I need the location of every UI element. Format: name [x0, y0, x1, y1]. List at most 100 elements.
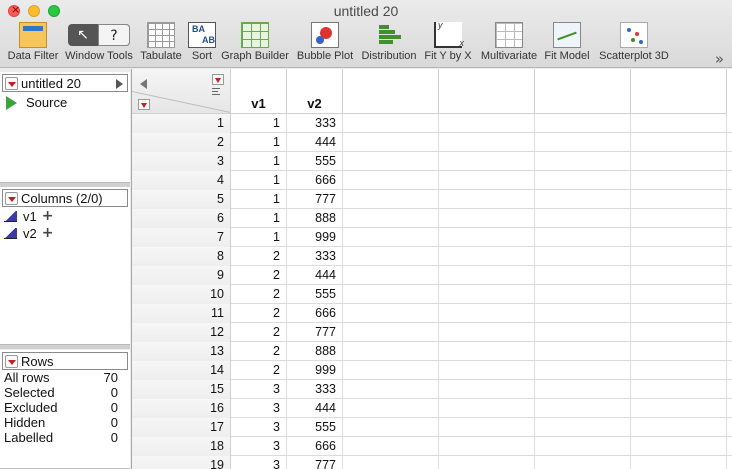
data-cell[interactable]: 666: [287, 304, 343, 323]
empty-cell[interactable]: [439, 399, 535, 418]
data-cell[interactable]: 1: [231, 228, 287, 247]
data-cell[interactable]: 1: [231, 209, 287, 228]
empty-cell[interactable]: [535, 190, 631, 209]
empty-cell[interactable]: [631, 266, 727, 285]
empty-cell[interactable]: [343, 304, 439, 323]
empty-cell[interactable]: [535, 380, 631, 399]
row-number[interactable]: 14: [132, 361, 231, 380]
multivariate-button[interactable]: Multivariate: [478, 22, 540, 62]
data-cell[interactable]: 555: [287, 285, 343, 304]
empty-cell[interactable]: [439, 228, 535, 247]
table-row[interactable]: 2 1 444: [132, 133, 732, 152]
empty-cell[interactable]: [343, 190, 439, 209]
data-filter-button[interactable]: Data Filter: [6, 22, 60, 62]
table-row[interactable]: 18 3 666: [132, 437, 732, 456]
empty-cell[interactable]: [439, 209, 535, 228]
row-number[interactable]: 7: [132, 228, 231, 247]
empty-cell[interactable]: [631, 247, 727, 266]
empty-cell[interactable]: [439, 152, 535, 171]
empty-cell[interactable]: [631, 399, 727, 418]
table-row[interactable]: 11 2 666: [132, 304, 732, 323]
table-row[interactable]: 5 1 777: [132, 190, 732, 209]
data-cell[interactable]: 2: [231, 304, 287, 323]
empty-cell[interactable]: [439, 285, 535, 304]
table-row[interactable]: 12 2 777: [132, 323, 732, 342]
empty-cell[interactable]: [535, 304, 631, 323]
data-cell[interactable]: 3: [231, 399, 287, 418]
row-number[interactable]: 3: [132, 152, 231, 171]
bubble-plot-button[interactable]: Bubble Plot: [295, 22, 355, 62]
empty-cell[interactable]: [631, 456, 727, 469]
table-row[interactable]: 15 3 333: [132, 380, 732, 399]
empty-cell[interactable]: [631, 171, 727, 190]
data-cell[interactable]: 333: [287, 380, 343, 399]
data-cell[interactable]: 1: [231, 190, 287, 209]
data-cell[interactable]: 1: [231, 171, 287, 190]
empty-cell[interactable]: [535, 285, 631, 304]
empty-cell[interactable]: [631, 323, 727, 342]
empty-cell[interactable]: [343, 114, 439, 133]
data-cell[interactable]: 2: [231, 285, 287, 304]
empty-cell[interactable]: [631, 304, 727, 323]
scroll-left-icon[interactable]: [140, 79, 147, 89]
table-row[interactable]: 8 2 333: [132, 247, 732, 266]
data-cell[interactable]: 3: [231, 437, 287, 456]
table-row[interactable]: 3 1 555: [132, 152, 732, 171]
table-row[interactable]: 19 3 777: [132, 456, 732, 469]
data-cell[interactable]: 666: [287, 437, 343, 456]
row-number[interactable]: 11: [132, 304, 231, 323]
data-cell[interactable]: 888: [287, 209, 343, 228]
empty-cell[interactable]: [343, 152, 439, 171]
panel-splitter[interactable]: [0, 345, 130, 349]
data-cell[interactable]: 777: [287, 190, 343, 209]
table-row[interactable]: 1 1 333: [132, 114, 732, 133]
empty-cell[interactable]: [535, 418, 631, 437]
empty-cell[interactable]: [343, 247, 439, 266]
add-column-property-icon[interactable]: +: [42, 225, 54, 241]
row-stat[interactable]: All rows 70: [0, 370, 130, 385]
empty-cell[interactable]: [439, 323, 535, 342]
table-row[interactable]: 17 3 555: [132, 418, 732, 437]
data-cell[interactable]: 2: [231, 323, 287, 342]
row-number[interactable]: 13: [132, 342, 231, 361]
empty-cell[interactable]: [343, 266, 439, 285]
data-cell[interactable]: 777: [287, 456, 343, 469]
data-cell[interactable]: 1: [231, 133, 287, 152]
empty-cell[interactable]: [439, 456, 535, 469]
column-item-v2[interactable]: v2 +: [4, 225, 130, 241]
empty-cell[interactable]: [535, 247, 631, 266]
empty-cell[interactable]: [535, 152, 631, 171]
empty-cell[interactable]: [631, 285, 727, 304]
column-item-v1[interactable]: v1 +: [4, 208, 130, 224]
empty-cell[interactable]: [343, 399, 439, 418]
table-row[interactable]: 16 3 444: [132, 399, 732, 418]
empty-cell[interactable]: [439, 114, 535, 133]
empty-cell[interactable]: [535, 114, 631, 133]
rows-menu-icon[interactable]: [5, 354, 18, 368]
toolbar-overflow-icon[interactable]: »: [715, 50, 724, 68]
row-stat[interactable]: Excluded 0: [0, 400, 130, 415]
columns-menu-icon[interactable]: [5, 191, 18, 205]
empty-cell[interactable]: [343, 228, 439, 247]
empty-cell[interactable]: [535, 171, 631, 190]
row-stat[interactable]: Selected 0: [0, 385, 130, 400]
empty-cell[interactable]: [439, 190, 535, 209]
empty-cell[interactable]: [535, 361, 631, 380]
empty-cell[interactable]: [631, 114, 727, 133]
empty-cell[interactable]: [631, 228, 727, 247]
empty-cell[interactable]: [535, 437, 631, 456]
empty-cell[interactable]: [535, 456, 631, 469]
data-cell[interactable]: 3: [231, 380, 287, 399]
row-number[interactable]: 1: [132, 114, 231, 133]
empty-cell[interactable]: [631, 380, 727, 399]
source-script[interactable]: Source: [6, 95, 130, 110]
run-script-icon[interactable]: [116, 79, 123, 89]
data-cell[interactable]: 999: [287, 228, 343, 247]
row-number[interactable]: 10: [132, 285, 231, 304]
empty-cell[interactable]: [535, 399, 631, 418]
row-number[interactable]: 15: [132, 380, 231, 399]
arrow-tool-icon[interactable]: ↖: [68, 24, 98, 46]
row-number[interactable]: 16: [132, 399, 231, 418]
data-cell[interactable]: 3: [231, 456, 287, 469]
empty-column-header[interactable]: [343, 69, 439, 114]
